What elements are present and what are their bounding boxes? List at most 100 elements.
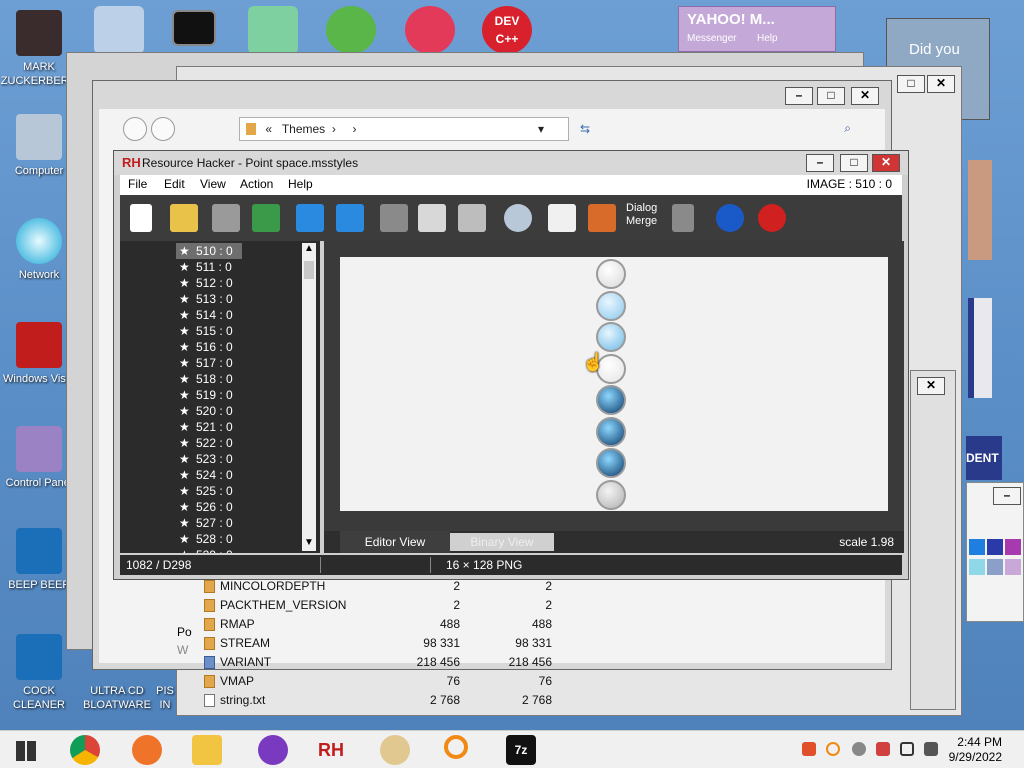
refresh-icon[interactable]: ⇆ bbox=[580, 118, 590, 140]
paste-icon[interactable] bbox=[458, 204, 486, 232]
dropdown-arrow-icon[interactable]: ▾ bbox=[538, 118, 544, 140]
save-icon[interactable] bbox=[212, 204, 240, 232]
copy-icon[interactable] bbox=[418, 204, 446, 232]
search-input[interactable]: ⌕ bbox=[599, 117, 869, 141]
system-clock[interactable]: 2:44 PM 9/29/2022 bbox=[949, 735, 1002, 765]
notepad-icon[interactable] bbox=[94, 6, 144, 54]
tray-network-icon[interactable] bbox=[900, 742, 914, 756]
tree-item[interactable]: ★ 526 : 0 bbox=[176, 499, 233, 515]
tray-search-icon[interactable] bbox=[826, 742, 840, 756]
tray-volume-icon[interactable] bbox=[924, 742, 938, 756]
resource-hacker-icon[interactable]: RH bbox=[316, 735, 346, 765]
tree-item[interactable]: ★ 511 : 0 bbox=[176, 259, 232, 275]
background-window-right[interactable]: ✕ bbox=[910, 370, 956, 710]
info-icon[interactable] bbox=[716, 204, 744, 232]
menu-action[interactable]: Action bbox=[240, 177, 273, 191]
menu-file[interactable]: File bbox=[128, 177, 147, 191]
angry-birds-icon[interactable] bbox=[326, 6, 376, 54]
close-button[interactable]: ✕ bbox=[872, 154, 900, 172]
scroll-up-arrow[interactable]: ▲ bbox=[302, 243, 316, 257]
add-resource-icon[interactable] bbox=[548, 204, 576, 232]
paint-palette-icon[interactable] bbox=[380, 735, 410, 765]
tree-item[interactable]: ★ 513 : 0 bbox=[176, 291, 233, 307]
tree-item[interactable]: ★ 510 : 0 bbox=[176, 243, 242, 259]
power-icon[interactable] bbox=[758, 204, 786, 232]
chrome-icon[interactable] bbox=[70, 735, 100, 765]
yahoo-messenger-icon[interactable] bbox=[258, 735, 288, 765]
find-icon[interactable] bbox=[504, 204, 532, 232]
color-swatch[interactable] bbox=[987, 559, 1003, 575]
menu-view[interactable]: View bbox=[200, 177, 226, 191]
maximize-button[interactable]: □ bbox=[897, 75, 925, 93]
search-app-icon[interactable] bbox=[444, 735, 468, 759]
tree-item[interactable]: ★ 529 : 0 bbox=[176, 547, 233, 553]
minimize-button[interactable]: – bbox=[785, 87, 813, 105]
file-explorer-icon[interactable] bbox=[192, 735, 222, 765]
file-row[interactable]: VMAP 76 76 bbox=[200, 672, 560, 691]
desktop-icon-ultra-cd-bloatware[interactable]: ULTRA CD BLOATWARE bbox=[78, 684, 156, 712]
tree-item[interactable]: ★ 521 : 0 bbox=[176, 419, 233, 435]
palette-window[interactable]: – bbox=[966, 482, 1024, 622]
scroll-down-arrow[interactable]: ▼ bbox=[302, 537, 316, 551]
tree-item[interactable]: ★ 522 : 0 bbox=[176, 435, 233, 451]
file-row[interactable]: PACKTHEM_VERSION 2 2 bbox=[200, 596, 560, 615]
dialog-merge-label[interactable]: Dialog Merge bbox=[626, 202, 660, 228]
maximize-button[interactable]: □ bbox=[817, 87, 845, 105]
tab-editor-view[interactable]: Editor View bbox=[340, 531, 450, 553]
yahoo-messenger-window[interactable]: YAHOO! M... Messenger Help bbox=[678, 6, 836, 52]
new-file-icon[interactable] bbox=[130, 204, 152, 232]
tray-minus-icon[interactable] bbox=[852, 742, 866, 756]
forward-arrow-icon[interactable] bbox=[336, 204, 364, 232]
scroll-thumb[interactable] bbox=[304, 261, 314, 279]
address-bar[interactable]: « Themes › › ▾ ⇆ bbox=[239, 117, 590, 141]
windows-start-icon[interactable] bbox=[16, 741, 36, 761]
resource-hacker-window[interactable]: RH Resource Hacker - Point space.msstyle… bbox=[113, 150, 909, 580]
paint-icon[interactable] bbox=[405, 6, 455, 54]
tree-item[interactable]: ★ 518 : 0 bbox=[176, 371, 233, 387]
color-swatch[interactable] bbox=[1005, 559, 1021, 575]
cmd-icon[interactable] bbox=[172, 10, 216, 46]
color-swatch[interactable] bbox=[969, 559, 985, 575]
tree-item[interactable]: ★ 516 : 0 bbox=[176, 339, 233, 355]
tray-app-icon[interactable] bbox=[802, 742, 816, 756]
close-button[interactable]: ✕ bbox=[927, 75, 955, 93]
tree-item[interactable]: ★ 520 : 0 bbox=[176, 403, 233, 419]
7zip-icon[interactable]: 7z bbox=[506, 735, 536, 765]
tree-item[interactable]: ★ 528 : 0 bbox=[176, 531, 233, 547]
firefox-icon[interactable] bbox=[132, 735, 162, 765]
tab-binary-view[interactable]: Binary View bbox=[450, 533, 554, 551]
menu-help[interactable]: Help bbox=[288, 177, 313, 191]
open-folder-icon[interactable] bbox=[170, 204, 198, 232]
title-bar[interactable]: RH Resource Hacker - Point space.msstyle… bbox=[114, 151, 908, 175]
tree-item[interactable]: ★ 525 : 0 bbox=[176, 483, 233, 499]
color-swatch[interactable] bbox=[969, 539, 985, 555]
tree-scrollbar[interactable]: ▲ ▼ bbox=[302, 243, 316, 551]
play-icon[interactable] bbox=[672, 204, 694, 232]
color-swatch[interactable] bbox=[1005, 539, 1021, 555]
color-swatch[interactable] bbox=[987, 539, 1003, 555]
dev-cpp-icon[interactable]: DEV C++ bbox=[482, 6, 532, 54]
add-image-icon[interactable] bbox=[588, 204, 616, 232]
minimize-button[interactable]: – bbox=[993, 487, 1021, 505]
close-button[interactable]: ✕ bbox=[851, 87, 879, 105]
close-button[interactable]: ✕ bbox=[917, 377, 945, 395]
tree-item[interactable]: ★ 517 : 0 bbox=[176, 355, 233, 371]
save-as-icon[interactable] bbox=[252, 204, 280, 232]
back-arrow-icon[interactable] bbox=[296, 204, 324, 232]
tray-printer-icon[interactable] bbox=[876, 742, 890, 756]
tree-item[interactable]: ★ 514 : 0 bbox=[176, 307, 233, 323]
tree-item[interactable]: ★ 512 : 0 bbox=[176, 275, 233, 291]
file-row[interactable]: RMAP 488 488 bbox=[200, 615, 560, 634]
back-button[interactable] bbox=[123, 117, 147, 141]
tree-item[interactable]: ★ 527 : 0 bbox=[176, 515, 233, 531]
folder-app-icon[interactable] bbox=[248, 6, 298, 54]
resource-tree[interactable]: ★ 510 : 0 ★ 511 : 0 ★ 512 : 0 ★ 513 : 0 ★ 514 : 0… bbox=[120, 241, 320, 553]
minimize-button[interactable]: – bbox=[806, 154, 834, 172]
tree-item[interactable]: ★ 515 : 0 bbox=[176, 323, 233, 339]
tree-item[interactable]: ★ 524 : 0 bbox=[176, 467, 233, 483]
menu-edit[interactable]: Edit bbox=[164, 177, 185, 191]
breadcrumb-themes[interactable]: Themes bbox=[282, 122, 325, 136]
file-row[interactable]: VARIANT 218 456 218 456 bbox=[200, 653, 560, 672]
maximize-button[interactable]: □ bbox=[840, 154, 868, 172]
tree-item[interactable]: ★ 523 : 0 bbox=[176, 451, 233, 467]
